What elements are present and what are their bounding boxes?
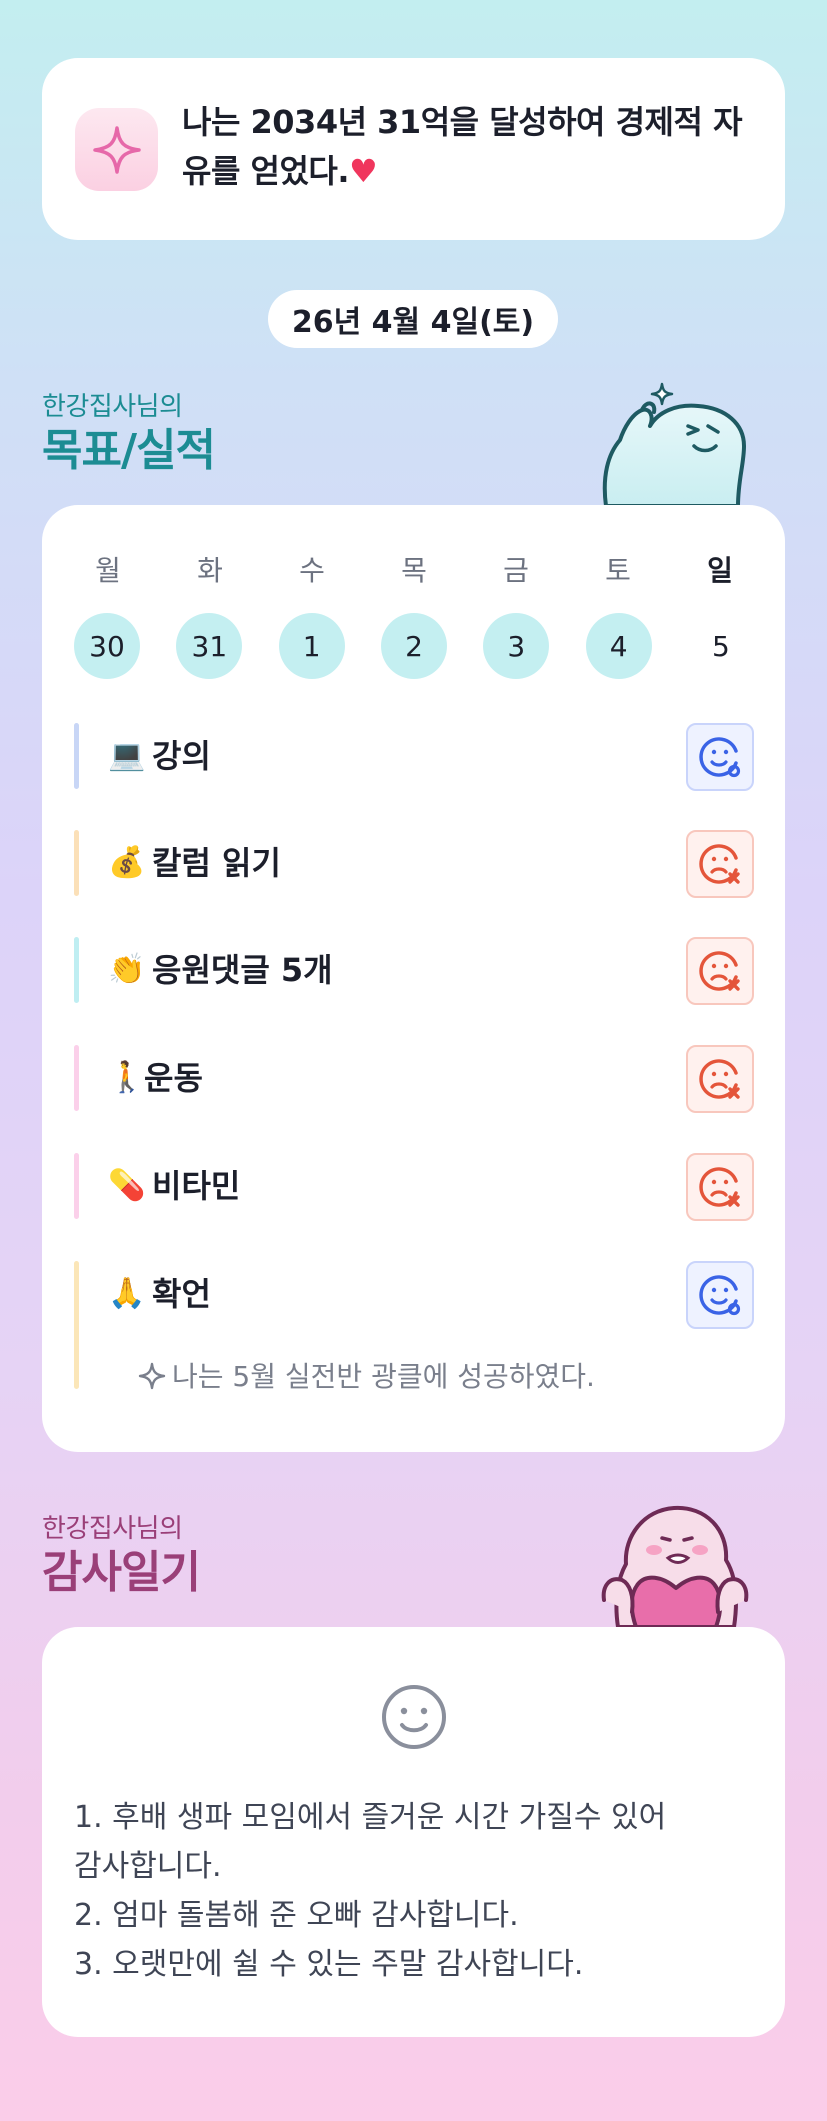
dow-sun: 일 [707, 554, 733, 587]
thanks-section-title: 감사일기 [42, 1547, 201, 1598]
missed-status-button[interactable] [686, 830, 754, 898]
sad-x-icon [699, 844, 740, 884]
task-color-bar [74, 937, 79, 1003]
thanks-line: 2. 엄마 돌봄해 준 오빠 감사합니다. [74, 1898, 519, 1933]
goal-line-1: 나는 2034년 31억을 달성하여 경제적 자 [182, 103, 743, 141]
praying-hands-icon: 🙏 [108, 1276, 146, 1311]
sad-x-icon [699, 1059, 740, 1099]
task-item-cheer-comments[interactable]: 👏 응원댓글 5개 [74, 937, 754, 1005]
date-cell-selected[interactable]: 4 [585, 613, 652, 679]
laptop-icon: 💻 [108, 738, 146, 773]
goal-line-2: 유를 얻었다.♥ [182, 147, 767, 196]
task-label: 확언 [152, 1275, 211, 1313]
date-cell[interactable]: 2 [380, 613, 447, 679]
dow-fri: 금 [503, 554, 529, 587]
missed-status-button[interactable] [686, 1153, 754, 1221]
task-item-exercise[interactable]: 🚶 운동 [74, 1045, 754, 1113]
task-item-column-reading[interactable]: 💰 칼럼 읽기 [74, 830, 754, 898]
week-calendar: 월 화 수 목 금 토 일 30 31 1 2 3 4 5 [74, 549, 754, 679]
smile-icon [380, 1683, 448, 1751]
clapping-hands-icon: 👏 [108, 952, 146, 987]
dow-sat: 토 [605, 554, 631, 587]
smile-check-icon [699, 1275, 741, 1316]
task-label: 운동 [144, 1059, 203, 1097]
smile-check-icon [699, 737, 741, 778]
dow-thu: 목 [401, 554, 427, 587]
task-color-bar [74, 1153, 79, 1219]
task-item-vitamin[interactable]: 💊 비타민 [74, 1153, 754, 1221]
goals-performance-card: 월 화 수 목 금 토 일 30 31 1 2 3 4 5 💻 강의 💰 칼럼 … [42, 505, 785, 1452]
task-color-bar [74, 1261, 79, 1389]
goal-statement: 나는 2034년 31억을 달성하여 경제적 자 유를 얻었다.♥ [182, 98, 767, 196]
task-item-affirmation[interactable]: 🙏 확언 나는 5월 실전반 광클에 성공하였다. [74, 1261, 754, 1393]
missed-status-button[interactable] [686, 1045, 754, 1113]
mascot-thumbs-up-illustration [598, 380, 748, 508]
date-cell[interactable]: 1 [278, 613, 345, 679]
date-cell[interactable]: 30 [74, 613, 140, 679]
money-bag-icon: 💰 [108, 845, 146, 880]
task-label: 강의 [152, 737, 211, 775]
date-cell[interactable]: 3 [483, 613, 550, 679]
thanks-line: 1. 후배 생파 모임에서 즐거운 시간 가질수 있어 [74, 1800, 667, 1835]
dow-tue: 화 [197, 554, 223, 587]
sparkle-small-icon [138, 1362, 166, 1390]
sparkle-icon [75, 108, 158, 191]
task-color-bar [74, 1045, 79, 1111]
pill-icon: 💊 [108, 1168, 146, 1203]
task-color-bar [74, 723, 79, 789]
dates-row: 30 31 1 2 3 4 5 [74, 613, 754, 679]
date-selector[interactable]: 26년 4월 4일(토) [268, 290, 558, 348]
goals-section-title: 목표/실적 [42, 425, 216, 476]
affirmation-note-text: 나는 5월 실전반 광클에 성공하였다. [172, 1360, 595, 1393]
thanks-diary-text: 1. 후배 생파 모임에서 즐거운 시간 가질수 있어 감사합니다. 2. 엄마… [74, 1793, 764, 1989]
task-item-lecture[interactable]: 💻 강의 [74, 723, 754, 791]
task-color-bar [74, 830, 79, 896]
heart-icon: ♥ [349, 152, 378, 190]
task-label: 칼럼 읽기 [152, 844, 281, 882]
thanks-line: 3. 오랫만에 쉴 수 있는 주말 감사합니다. [74, 1947, 584, 1982]
done-status-button[interactable] [686, 723, 754, 791]
task-label: 비타민 [152, 1167, 241, 1205]
thanks-diary-card[interactable]: 1. 후배 생파 모임에서 즐거운 시간 가질수 있어 감사합니다. 2. 엄마… [42, 1627, 785, 2037]
task-label: 응원댓글 5개 [152, 951, 333, 989]
sad-x-icon [699, 1167, 740, 1207]
done-status-button[interactable] [686, 1261, 754, 1329]
dow-wed: 수 [299, 554, 325, 587]
goal-line-2-text: 유를 얻었다. [182, 152, 350, 190]
days-of-week-row: 월 화 수 목 금 토 일 [74, 549, 754, 589]
date-cell[interactable]: 5 [688, 613, 754, 679]
goal-statement-card[interactable]: 나는 2034년 31억을 달성하여 경제적 자 유를 얻었다.♥ [42, 58, 785, 240]
affirmation-note: 나는 5월 실전반 광클에 성공하였다. [138, 1355, 595, 1395]
dow-mon: 월 [95, 554, 121, 587]
thanks-line: 감사합니다. [74, 1849, 222, 1884]
date-cell[interactable]: 31 [176, 613, 243, 679]
sad-x-icon [699, 951, 740, 991]
walking-person-icon: 🚶 [108, 1060, 146, 1095]
mascot-heart-illustration [596, 1500, 754, 1629]
missed-status-button[interactable] [686, 937, 754, 1005]
